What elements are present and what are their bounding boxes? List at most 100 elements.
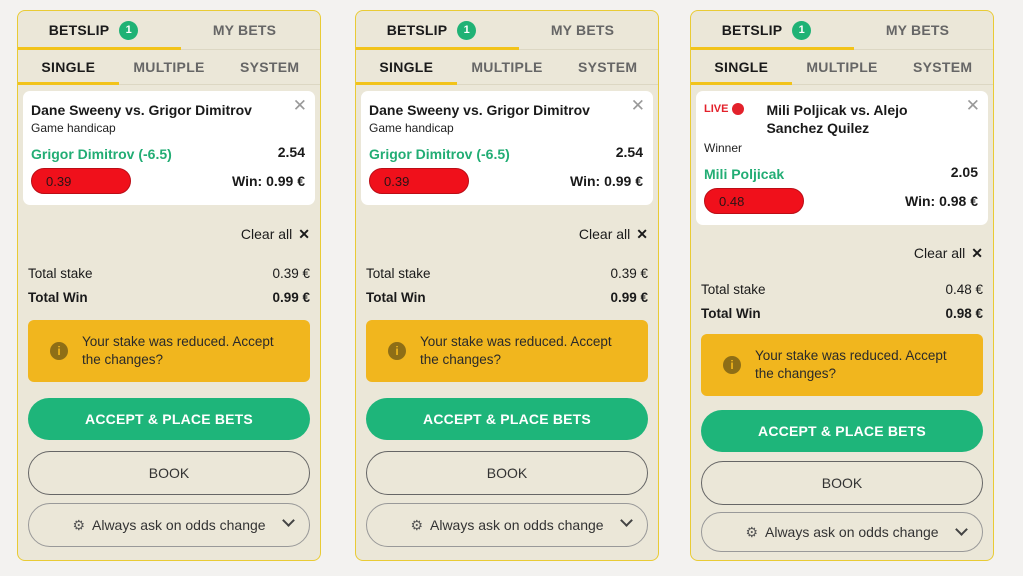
live-icon xyxy=(732,103,745,115)
book-button[interactable]: BOOK xyxy=(701,461,983,505)
info-icon: i xyxy=(50,342,68,360)
tab-betslip[interactable]: BETSLIP 1 xyxy=(18,11,169,49)
book-button[interactable]: BOOK xyxy=(366,451,648,495)
betslip-count-badge: 1 xyxy=(792,20,812,40)
tab-single[interactable]: SINGLE xyxy=(691,50,792,84)
book-button[interactable]: BOOK xyxy=(28,451,310,495)
gear-icon: ⚙ xyxy=(72,516,85,533)
potential-win: Win: 0.99 € xyxy=(569,173,643,189)
remove-bet-icon[interactable]: ✕ xyxy=(966,97,980,114)
market-name: Winner xyxy=(704,141,743,155)
tab-betslip-label: BETSLIP xyxy=(48,22,110,38)
total-win-value: 0.98 € xyxy=(945,306,983,321)
betslip-count-badge: 1 xyxy=(119,20,139,40)
tab-system[interactable]: SYSTEM xyxy=(557,50,658,84)
stake-warning: i Your stake was reduced. Accept the cha… xyxy=(701,334,983,396)
close-icon: ✕ xyxy=(636,226,648,242)
total-stake-label: Total stake xyxy=(28,266,93,281)
tab-single[interactable]: SINGLE xyxy=(18,50,119,84)
gear-icon: ⚙ xyxy=(410,516,423,533)
tab-system[interactable]: SYSTEM xyxy=(219,50,320,84)
total-win-value: 0.99 € xyxy=(272,290,310,305)
tab-system[interactable]: SYSTEM xyxy=(892,50,993,84)
tab-betslip[interactable]: BETSLIP 1 xyxy=(691,11,842,49)
live-badge: LIVE xyxy=(704,103,745,115)
stake-input[interactable]: 0.39 xyxy=(31,168,131,194)
stake-warning: i Your stake was reduced. Accept the cha… xyxy=(28,320,310,382)
tab-multiple[interactable]: MULTIPLE xyxy=(119,50,220,84)
clear-all-label: Clear all xyxy=(913,245,966,261)
accept-place-bets-button[interactable]: ACCEPT & PLACE BETS xyxy=(366,398,648,440)
warning-text: Your stake was reduced. Accept the chang… xyxy=(82,334,274,367)
selection-odds: 2.54 xyxy=(615,144,643,160)
bet-card: ✕ LIVE Mili Poljicak vs. Alejo Sanchez Q… xyxy=(696,91,988,225)
clear-all-label: Clear all xyxy=(578,226,631,242)
total-win-label: Total Win xyxy=(28,290,88,305)
tab-multiple[interactable]: MULTIPLE xyxy=(792,50,893,84)
tab-my-bets[interactable]: MY BETS xyxy=(169,11,320,49)
betslip-panel-2: BETSLIP 1 MY BETS SINGLE MULTIPLE SYSTEM … xyxy=(355,10,659,561)
bet-card: ✕ Dane Sweeny vs. Grigor Dimitrov Game h… xyxy=(23,91,315,205)
totals: Total stake 0.39 € Total Win 0.99 € xyxy=(18,262,320,310)
tab-betslip-label: BETSLIP xyxy=(386,22,448,38)
market-name: Game handicap xyxy=(31,121,116,135)
total-stake-value: 0.48 € xyxy=(945,282,983,297)
selection-name: Mili Poljicak xyxy=(704,166,785,182)
selection-name: Grigor Dimitrov (-6.5) xyxy=(369,146,510,162)
selection-odds: 2.54 xyxy=(277,144,305,160)
bet-card: ✕ Dane Sweeny vs. Grigor Dimitrov Game h… xyxy=(361,91,653,205)
bet-type-tabs: SINGLE MULTIPLE SYSTEM xyxy=(691,50,993,85)
warning-text: Your stake was reduced. Accept the chang… xyxy=(755,348,947,381)
tab-betslip[interactable]: BETSLIP 1 xyxy=(356,11,507,49)
tab-my-bets[interactable]: MY BETS xyxy=(507,11,658,49)
chevron-down-icon xyxy=(955,523,968,536)
odds-change-label: Always ask on odds change xyxy=(430,517,604,533)
clear-all-label: Clear all xyxy=(240,226,293,242)
accept-place-bets-button[interactable]: ACCEPT & PLACE BETS xyxy=(701,410,983,452)
clear-all-button[interactable]: Clear all ✕ xyxy=(18,226,310,243)
chevron-down-icon xyxy=(282,514,295,527)
top-tabs: BETSLIP 1 MY BETS xyxy=(356,11,658,50)
stake-warning: i Your stake was reduced. Accept the cha… xyxy=(366,320,648,382)
total-win-label: Total Win xyxy=(701,306,761,321)
total-stake-value: 0.39 € xyxy=(272,266,310,281)
total-win-value: 0.99 € xyxy=(610,290,648,305)
betslip-panel-3: BETSLIP 1 MY BETS SINGLE MULTIPLE SYSTEM … xyxy=(690,10,994,561)
odds-change-label: Always ask on odds change xyxy=(765,524,939,540)
remove-bet-icon[interactable]: ✕ xyxy=(631,97,645,114)
stake-input[interactable]: 0.48 xyxy=(704,188,804,214)
potential-win: Win: 0.98 € xyxy=(904,193,978,209)
odds-change-dropdown[interactable]: ⚙ Always ask on odds change xyxy=(366,503,648,547)
total-stake-label: Total stake xyxy=(701,282,766,297)
market-name: Game handicap xyxy=(369,121,454,135)
total-win-label: Total Win xyxy=(366,290,426,305)
match-title: Mili Poljicak vs. Alejo Sanchez Quilez xyxy=(766,102,908,136)
odds-change-label: Always ask on odds change xyxy=(92,517,266,533)
tab-single[interactable]: SINGLE xyxy=(356,50,457,84)
remove-bet-icon[interactable]: ✕ xyxy=(293,97,307,114)
info-icon: i xyxy=(723,356,741,374)
tab-betslip-label: BETSLIP xyxy=(721,22,783,38)
betslip-panel-1: BETSLIP 1 MY BETS SINGLE MULTIPLE SYSTEM … xyxy=(17,10,321,561)
clear-all-button[interactable]: Clear all ✕ xyxy=(356,226,648,243)
totals: Total stake 0.39 € Total Win 0.99 € xyxy=(356,262,658,310)
match-title: Dane Sweeny vs. Grigor Dimitrov xyxy=(369,102,590,118)
gear-icon: ⚙ xyxy=(745,523,758,540)
total-stake-label: Total stake xyxy=(366,266,431,281)
top-tabs: BETSLIP 1 MY BETS xyxy=(18,11,320,50)
tab-multiple[interactable]: MULTIPLE xyxy=(457,50,558,84)
stake-input[interactable]: 0.39 xyxy=(369,168,469,194)
odds-change-dropdown[interactable]: ⚙ Always ask on odds change xyxy=(701,512,983,552)
bet-type-tabs: SINGLE MULTIPLE SYSTEM xyxy=(356,50,658,85)
clear-all-button[interactable]: Clear all ✕ xyxy=(691,245,983,262)
match-title: Dane Sweeny vs. Grigor Dimitrov xyxy=(31,102,252,118)
odds-change-dropdown[interactable]: ⚙ Always ask on odds change xyxy=(28,503,310,547)
tab-my-bets[interactable]: MY BETS xyxy=(842,11,993,49)
accept-place-bets-button[interactable]: ACCEPT & PLACE BETS xyxy=(28,398,310,440)
betslip-count-badge: 1 xyxy=(457,20,477,40)
live-label: LIVE xyxy=(704,103,729,115)
potential-win: Win: 0.99 € xyxy=(231,173,305,189)
chevron-down-icon xyxy=(620,514,633,527)
info-icon: i xyxy=(388,342,406,360)
top-tabs: BETSLIP 1 MY BETS xyxy=(691,11,993,50)
